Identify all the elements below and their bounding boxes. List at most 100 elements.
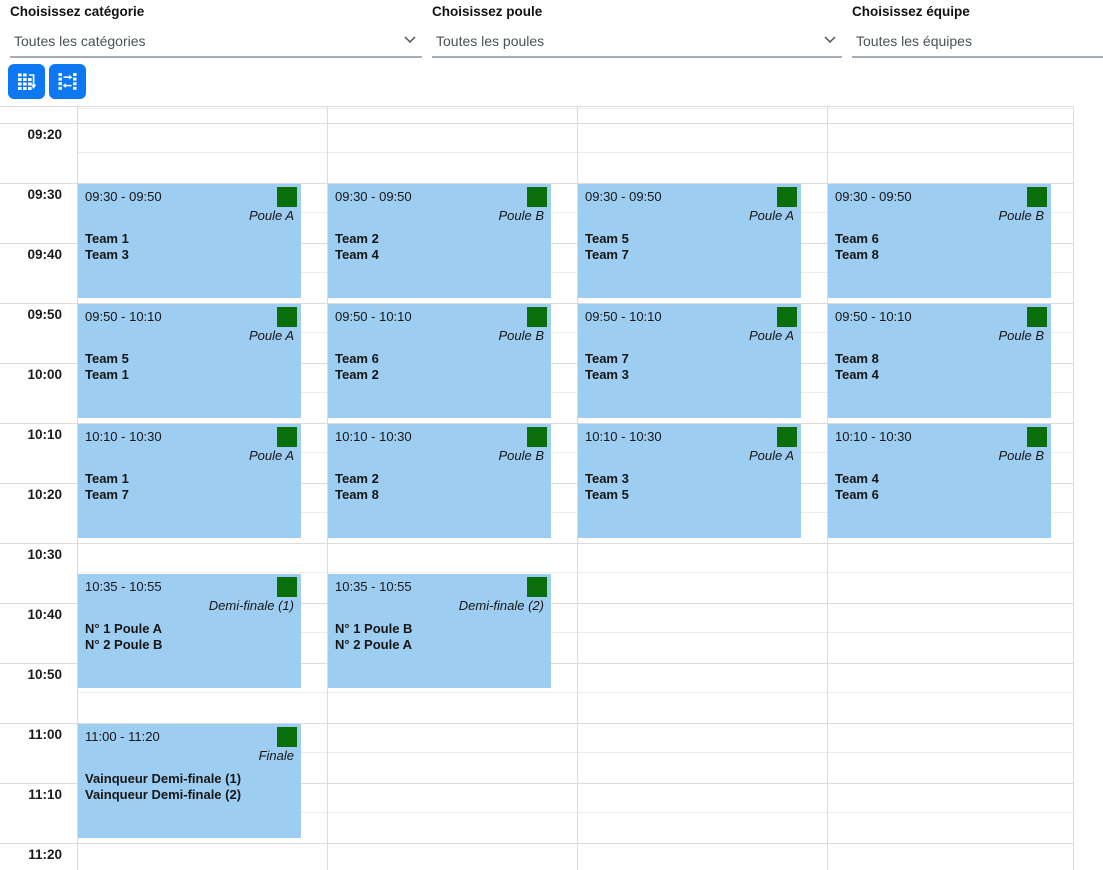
event-teams: Team 3Team 5 bbox=[585, 471, 794, 502]
event-group-label: Poule B bbox=[835, 208, 1044, 224]
event-time: 10:35 - 10:55 bbox=[335, 579, 544, 595]
event-team: N° 1 Poule A bbox=[85, 621, 294, 637]
event-team: Team 6 bbox=[835, 487, 1044, 503]
event-group-label: Poule A bbox=[585, 328, 794, 344]
event-card[interactable]: 09:50 - 10:10Poule BTeam 8Team 4 bbox=[828, 304, 1051, 418]
event-group-label: Poule A bbox=[85, 448, 294, 464]
filter-equipe: Choisissez équipe Toutes les équipes bbox=[852, 3, 1103, 58]
event-team: Team 2 bbox=[335, 471, 544, 487]
event-teams: Team 1Team 7 bbox=[85, 471, 294, 502]
event-team: N° 2 Poule A bbox=[335, 637, 544, 653]
event-group-label: Finale bbox=[85, 748, 294, 764]
event-card[interactable]: 09:30 - 09:50Poule BTeam 2Team 4 bbox=[328, 184, 551, 298]
event-card[interactable]: 09:30 - 09:50Poule ATeam 5Team 7 bbox=[578, 184, 801, 298]
event-time: 09:30 - 09:50 bbox=[85, 189, 294, 205]
event-team: Team 2 bbox=[335, 367, 544, 383]
time-label: 10:30 bbox=[0, 547, 70, 562]
filter-equipe-label: Choisissez équipe bbox=[852, 3, 1103, 20]
event-team: Team 8 bbox=[335, 487, 544, 503]
event-teams: Team 4Team 6 bbox=[835, 471, 1044, 502]
event-group-label: Poule A bbox=[85, 208, 294, 224]
match-status-square-icon bbox=[527, 427, 547, 447]
time-label: 11:00 bbox=[0, 727, 70, 742]
time-label: 10:40 bbox=[0, 607, 70, 622]
event-time: 10:10 - 10:30 bbox=[835, 429, 1044, 445]
event-time: 10:10 - 10:30 bbox=[335, 429, 544, 445]
match-status-square-icon bbox=[277, 577, 297, 597]
event-group-label: Poule A bbox=[85, 328, 294, 344]
category-select[interactable]: Toutes les catégories bbox=[10, 30, 422, 58]
event-team: Team 8 bbox=[835, 351, 1044, 367]
match-status-square-icon bbox=[527, 577, 547, 597]
event-time: 09:50 - 10:10 bbox=[335, 309, 544, 325]
equipe-select[interactable]: Toutes les équipes bbox=[852, 30, 1103, 58]
chevron-down-icon bbox=[824, 36, 836, 44]
filter-category: Choisissez catégorie Toutes les catégori… bbox=[10, 3, 422, 58]
event-time: 10:10 - 10:30 bbox=[585, 429, 794, 445]
event-teams: N° 1 Poule AN° 2 Poule B bbox=[85, 621, 294, 652]
event-teams: Team 1Team 3 bbox=[85, 231, 294, 262]
event-card[interactable]: 10:35 - 10:55Demi-finale (1)N° 1 Poule A… bbox=[78, 574, 301, 688]
swap-columns-icon bbox=[57, 71, 78, 92]
event-teams: Team 6Team 2 bbox=[335, 351, 544, 382]
event-card[interactable]: 09:50 - 10:10Poule ATeam 7Team 3 bbox=[578, 304, 801, 418]
event-group-label: Poule B bbox=[835, 448, 1044, 464]
event-card[interactable]: 10:10 - 10:30Poule ATeam 3Team 5 bbox=[578, 424, 801, 538]
event-group-label: Poule B bbox=[835, 328, 1044, 344]
event-team: Team 4 bbox=[835, 471, 1044, 487]
match-status-square-icon bbox=[1027, 427, 1047, 447]
event-time: 09:30 - 09:50 bbox=[835, 189, 1044, 205]
poule-select[interactable]: Toutes les poules bbox=[432, 30, 842, 58]
time-label: 10:20 bbox=[0, 487, 70, 502]
event-team: Team 2 bbox=[335, 231, 544, 247]
view-toolbar bbox=[8, 64, 86, 99]
event-team: Team 3 bbox=[585, 367, 794, 383]
event-team: N° 1 Poule B bbox=[335, 621, 544, 637]
event-team: Team 5 bbox=[85, 351, 294, 367]
event-time: 09:50 - 10:10 bbox=[835, 309, 1044, 325]
event-card[interactable]: 09:30 - 09:50Poule BTeam 6Team 8 bbox=[828, 184, 1051, 298]
filter-poule-label: Choisissez poule bbox=[432, 3, 842, 20]
filter-category-label: Choisissez catégorie bbox=[10, 3, 422, 20]
event-teams: Team 2Team 8 bbox=[335, 471, 544, 502]
event-team: Team 1 bbox=[85, 231, 294, 247]
event-card[interactable]: 11:00 - 11:20 Finale Vainqueur Demi-finale… bbox=[78, 724, 301, 838]
event-teams: Team 7Team 3 bbox=[585, 351, 794, 382]
event-time: 11:00 - 11:20 bbox=[85, 729, 294, 745]
event-team: Team 3 bbox=[585, 471, 794, 487]
time-label: 10:50 bbox=[0, 667, 70, 682]
event-team: Team 1 bbox=[85, 367, 294, 383]
event-teams: Team 2Team 4 bbox=[335, 231, 544, 262]
match-status-square-icon bbox=[277, 727, 297, 747]
event-team: Vainqueur Demi-finale (2) bbox=[85, 787, 294, 803]
match-status-square-icon bbox=[777, 307, 797, 327]
match-status-square-icon bbox=[1027, 187, 1047, 207]
event-team: Team 6 bbox=[335, 351, 544, 367]
event-card[interactable]: 10:10 - 10:30Poule ATeam 1Team 7 bbox=[78, 424, 301, 538]
table-arrow-down-icon bbox=[16, 71, 37, 92]
swap-view-button[interactable] bbox=[49, 64, 86, 99]
event-card[interactable]: 09:50 - 10:10Poule ATeam 5Team 1 bbox=[78, 304, 301, 418]
match-status-square-icon bbox=[277, 307, 297, 327]
event-card[interactable]: 09:30 - 09:50 Poule A Team 1Team 3 bbox=[78, 184, 301, 298]
event-card[interactable]: 10:10 - 10:30Poule BTeam 2Team 8 bbox=[328, 424, 551, 538]
event-team: Team 5 bbox=[585, 487, 794, 503]
event-team: Vainqueur Demi-finale (1) bbox=[85, 771, 294, 787]
event-group-label: Poule A bbox=[585, 208, 794, 224]
event-team: Team 4 bbox=[335, 247, 544, 263]
event-team: Team 7 bbox=[585, 351, 794, 367]
grid-view-button[interactable] bbox=[8, 64, 45, 99]
event-time: 09:30 - 09:50 bbox=[585, 189, 794, 205]
event-card[interactable]: 09:50 - 10:10Poule BTeam 6Team 2 bbox=[328, 304, 551, 418]
time-label: 09:20 bbox=[0, 127, 70, 142]
time-label: 10:00 bbox=[0, 367, 70, 382]
event-card[interactable]: 10:35 - 10:55Demi-finale (2)N° 1 Poule B… bbox=[328, 574, 551, 688]
time-label: 10:10 bbox=[0, 427, 70, 442]
category-select-value: Toutes les catégories bbox=[10, 30, 422, 52]
event-card[interactable]: 10:10 - 10:30 Poule B Team 4Team 6 bbox=[828, 424, 1051, 538]
time-label: 11:20 bbox=[0, 847, 70, 862]
chevron-down-icon bbox=[404, 36, 416, 44]
event-time: 10:35 - 10:55 bbox=[85, 579, 294, 595]
event-team: Team 3 bbox=[85, 247, 294, 263]
time-label: 11:10 bbox=[0, 787, 70, 802]
